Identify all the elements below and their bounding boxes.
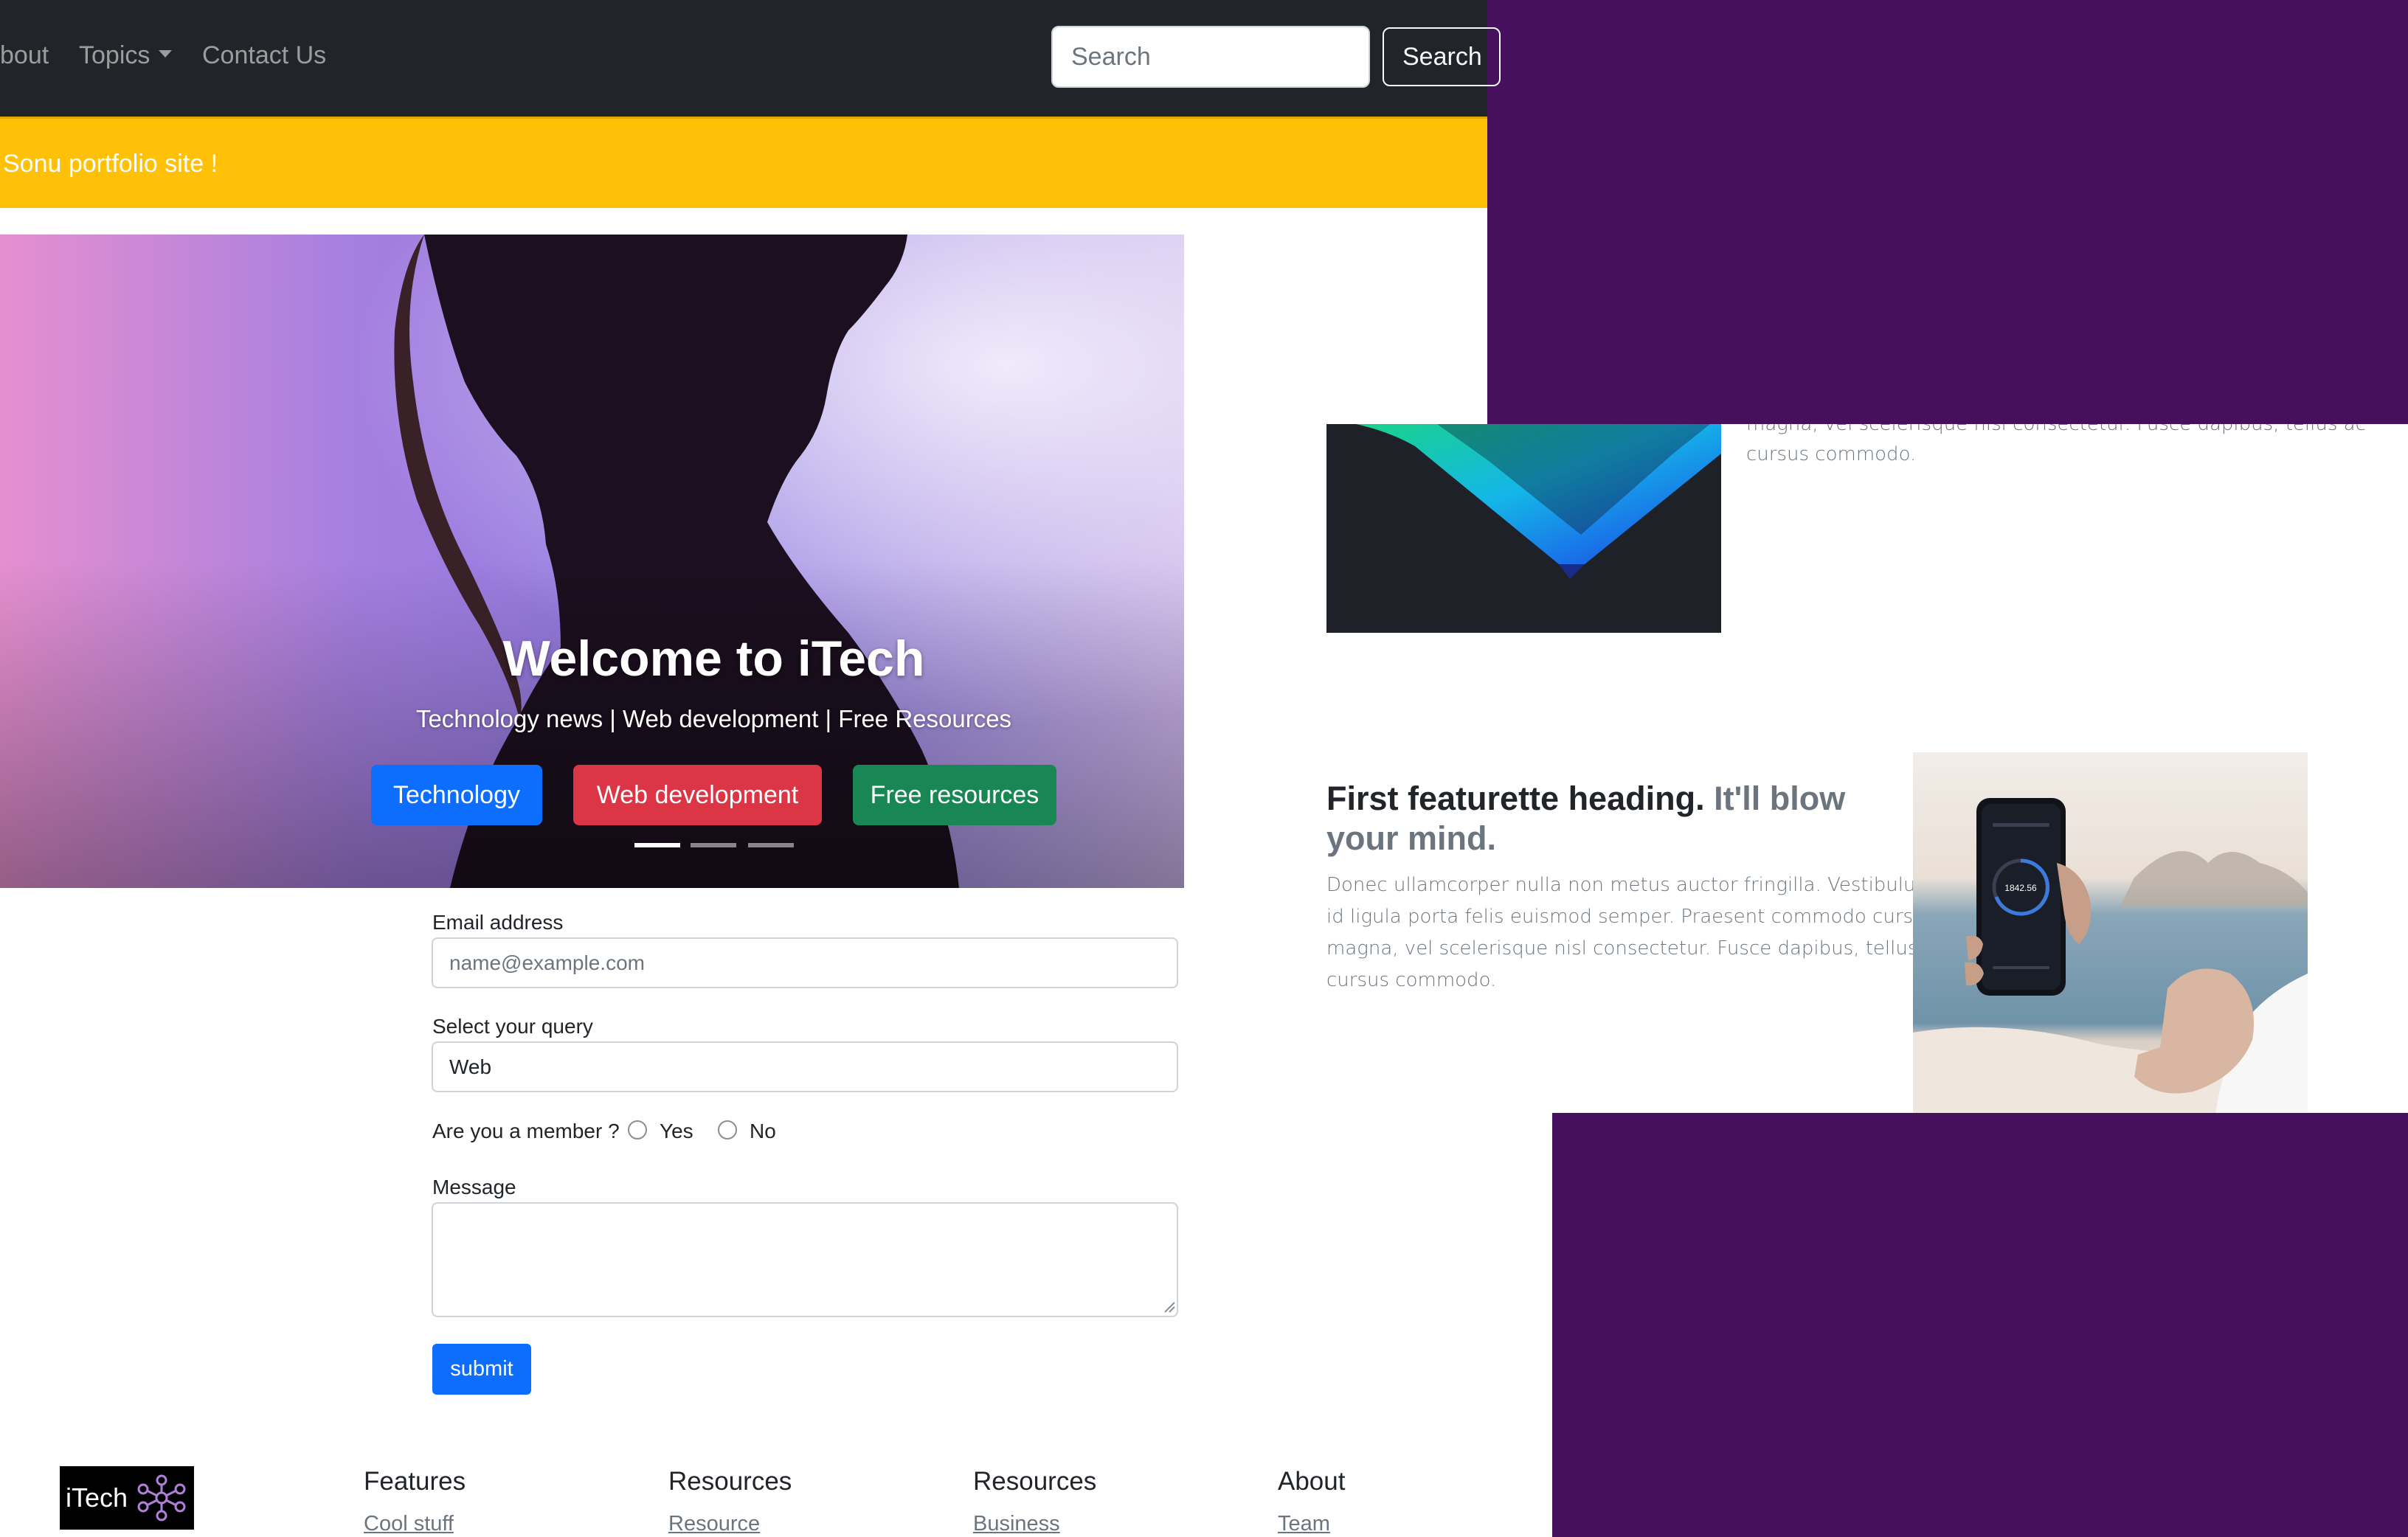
featurette-top-text-end: cursus commodo.: [1746, 443, 1917, 465]
alert-text: Sonu portfolio site !: [3, 150, 218, 178]
itech-logo[interactable]: iTech: [60, 1466, 194, 1530]
featurette-body: Donec ullamcorper nulla non metus auctor…: [1326, 870, 1946, 996]
member-label: Are you a member ?: [432, 1120, 620, 1142]
resize-grip-icon[interactable]: [1162, 1300, 1175, 1313]
featurette-body-line: cursus commodo.: [1326, 969, 1497, 991]
email-field[interactable]: [432, 937, 1178, 988]
query-select-value: Web: [449, 1055, 492, 1078]
nav-link-contact[interactable]: Contact Us: [202, 41, 326, 70]
footer-link-team[interactable]: Team: [1278, 1512, 1330, 1536]
member-no-radio[interactable]: [718, 1120, 737, 1139]
search-input[interactable]: [1051, 26, 1370, 88]
featurette-heading-main: First featurette heading.: [1326, 780, 1705, 817]
nav-dropdown-topics[interactable]: Topics: [79, 41, 173, 70]
logo-text: iTech: [66, 1482, 128, 1513]
footer-link-cool-stuff[interactable]: Cool stuff: [364, 1512, 454, 1536]
query-select[interactable]: Web: [432, 1041, 1178, 1092]
featurette-window: magna, vel scelerisque nisl consectetur.…: [1184, 424, 2408, 1113]
message-label: Message: [432, 1176, 516, 1198]
footer-heading-features: Features: [364, 1467, 466, 1496]
nav-link-about[interactable]: bout: [0, 41, 49, 70]
featurette-body-line: id ligula porta felis euismod semper. Pr…: [1326, 906, 1936, 928]
carousel-indicator-1[interactable]: [634, 843, 680, 847]
carousel-indicator-3[interactable]: [748, 843, 794, 847]
navbar: bout Topics Contact Us Search: [0, 0, 1501, 117]
member-yes-radio[interactable]: [628, 1120, 647, 1139]
featurette-top-text-fragment: magna, vel scelerisque nisl consectetur.…: [1746, 424, 2366, 435]
featurette-heading: First featurette heading. It'll blow you…: [1326, 779, 1887, 858]
alert-banner: Sonu portfolio site !: [0, 117, 1487, 208]
desktop-background-top: [1487, 0, 2408, 424]
message-textarea[interactable]: [432, 1202, 1178, 1317]
search-button[interactable]: Search: [1383, 27, 1501, 86]
web-development-button[interactable]: Web development: [573, 765, 822, 825]
query-label: Select your query: [432, 1015, 593, 1038]
desktop-background-bottom: [1552, 1113, 2408, 1537]
technology-button[interactable]: Technology: [371, 765, 542, 825]
featurette-body-line: Donec ullamcorper nulla non metus auctor…: [1326, 874, 1934, 896]
footer-heading-resources: Resources: [668, 1467, 792, 1496]
nav-dropdown-topics-label: Topics: [79, 41, 150, 69]
footer-heading-about: About: [1278, 1467, 1346, 1496]
submit-button[interactable]: submit: [432, 1344, 531, 1395]
footer-link-resource[interactable]: Resource: [668, 1512, 760, 1536]
footer-link-business[interactable]: Business: [973, 1512, 1060, 1536]
phone-reading: 1842.56: [2004, 883, 2037, 893]
phone-image: 1842.56: [1913, 752, 2308, 1113]
network-nodes-icon: [137, 1474, 186, 1522]
featurette-body-line: magna, vel scelerisque nisl consectetur.…: [1326, 937, 1946, 960]
email-label: Email address: [432, 911, 564, 934]
member-yes-label[interactable]: Yes: [660, 1120, 693, 1143]
carousel-indicator-2[interactable]: [691, 843, 736, 847]
free-resources-button[interactable]: Free resources: [853, 765, 1056, 825]
member-no-label[interactable]: No: [750, 1120, 776, 1143]
footer-heading-resources-2: Resources: [973, 1467, 1097, 1496]
caret-down-icon: [159, 50, 173, 58]
laptop-image: [1326, 424, 1721, 633]
